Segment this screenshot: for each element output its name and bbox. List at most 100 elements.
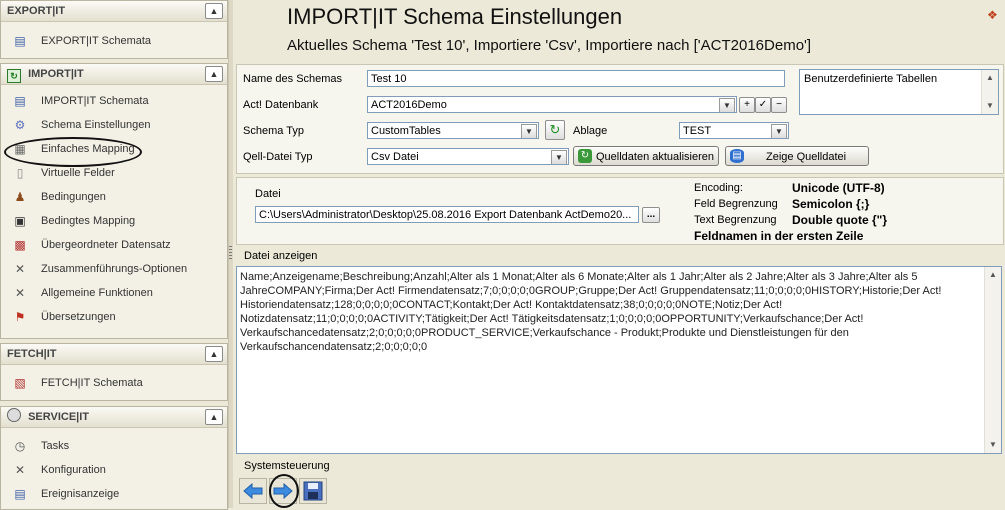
file-preview-area[interactable]: Name;Anzeigename;Beschreibung;Anzahl;Alt…: [236, 266, 1002, 454]
import-panel: ↻ IMPORT|IT ▲ ▤ IMPORT|IT Schemata ⚙ Sch…: [0, 63, 228, 339]
scroll-up-icon[interactable]: ▲: [982, 70, 998, 86]
collapse-service-button[interactable]: ▲: [205, 409, 223, 425]
database-label: Act! Datenbank: [243, 99, 319, 111]
chart-icon: ▧: [14, 376, 26, 390]
sidebar-item-fetch-schemata[interactable]: ▧ FETCH|IT Schemata: [1, 371, 227, 395]
scroll-down-icon[interactable]: ▼: [985, 437, 1001, 453]
file-path-value: C:\Users\Administrator\Desktop\25.08.201…: [259, 209, 632, 221]
export-panel-title: EXPORT|IT: [7, 5, 66, 17]
custom-tables-list[interactable]: Benutzerdefinierte Tabellen ▲ ▼: [799, 69, 999, 115]
chevron-down-icon[interactable]: ▼: [551, 150, 567, 164]
service-header-icon: [7, 408, 21, 422]
virtual-field-icon: ▯: [16, 166, 24, 180]
sidebar-item-label: Ereignisanzeige: [41, 488, 120, 500]
sidebar-item-schema-einstellungen[interactable]: ⚙ Schema Einstellungen: [1, 113, 227, 137]
confirm-database-button[interactable]: ✓: [755, 97, 771, 113]
refresh-source-button-label: Quelldaten aktualisieren: [596, 151, 715, 163]
text-delimiter-label: Text Begrenzung: [694, 214, 777, 226]
file-label: Datei: [255, 188, 281, 200]
schema-form-group: Name des Schemas Test 10 Act! Datenbank …: [236, 64, 1004, 174]
import-header-icon: ↻: [7, 69, 21, 83]
scroll-up-icon[interactable]: ▲: [985, 267, 1001, 283]
refresh-icon: ↻: [578, 149, 592, 163]
system-control-label: Systemsteuerung: [244, 460, 330, 472]
export-panel-header[interactable]: EXPORT|IT ▲: [1, 1, 227, 22]
sidebar-item-label: Übersetzungen: [41, 311, 116, 323]
source-type-select-value: Csv Datei: [371, 151, 419, 163]
chevron-down-icon[interactable]: ▼: [771, 124, 787, 138]
browse-file-button[interactable]: ...: [642, 207, 660, 223]
sidebar-item-label: Konfiguration: [41, 464, 106, 476]
remove-database-button[interactable]: −: [771, 97, 787, 113]
database-select[interactable]: ACT2016Demo ▼: [367, 96, 737, 113]
schema-type-select-value: CustomTables: [371, 125, 441, 137]
custom-tables-label: Benutzerdefinierte Tabellen: [804, 73, 938, 85]
sidebar-item-ereignisanzeige[interactable]: ▤ Ereignisanzeige: [1, 482, 227, 506]
add-database-button[interactable]: +: [739, 97, 755, 113]
ablage-label: Ablage: [573, 125, 608, 137]
sidebar-item-label: Tasks: [41, 440, 70, 452]
refresh-source-button[interactable]: ↻ Quelldaten aktualisieren: [573, 146, 719, 166]
database-select-value: ACT2016Demo: [371, 99, 447, 111]
chevron-down-icon[interactable]: ▼: [719, 98, 735, 112]
main-content: IMPORT|IT Schema Einstellungen Aktuelles…: [233, 0, 1005, 508]
file-preview-scrollbar[interactable]: ▲ ▼: [984, 267, 1001, 453]
sidebar-item-tasks[interactable]: ◷ Tasks: [1, 434, 227, 458]
splitter-grip[interactable]: [229, 246, 232, 260]
sidebar-item-bedingungen[interactable]: ♟ Bedingungen: [1, 185, 227, 209]
scroll-down-icon[interactable]: ▼: [982, 98, 998, 114]
refresh-schema-type-button[interactable]: ↻: [545, 120, 565, 140]
schema-name-field[interactable]: Test 10: [367, 70, 785, 87]
schema-name-label: Name des Schemas: [243, 73, 343, 85]
source-type-select[interactable]: Csv Datei ▼: [367, 148, 569, 165]
schema-list-icon: ▤: [14, 94, 26, 108]
sidebar-item-zusammenfuehrungs-optionen[interactable]: ✕ Zusammenführungs-Optionen: [1, 257, 227, 281]
show-source-button[interactable]: ▤ Zeige Quelldatei: [725, 146, 869, 166]
collapse-fetch-button[interactable]: ▲: [205, 346, 223, 362]
save-button[interactable]: [299, 478, 327, 504]
briefcase-icon: ▣: [14, 214, 26, 228]
sidebar-item-uebersetzungen[interactable]: ⚑ Übersetzungen: [1, 305, 227, 329]
service-panel-header[interactable]: SERVICE|IT ▲: [1, 407, 227, 428]
sidebar-item-allgemeine-funktionen[interactable]: ✕ Allgemeine Funktionen: [1, 281, 227, 305]
show-source-button-label: Zeige Quelldatei: [766, 151, 847, 163]
file-preview-label: Datei anzeigen: [244, 250, 318, 262]
text-delimiter-value: Double quote {"}: [792, 213, 888, 227]
sidebar-item-label: EXPORT|IT Schemata: [41, 35, 152, 47]
floppy-disk-icon: [303, 481, 323, 501]
sidebar-item-bedingtes-mapping[interactable]: ▣ Bedingtes Mapping: [1, 209, 227, 233]
fetch-panel: FETCH|IT ▲ ▧ FETCH|IT Schemata: [0, 343, 228, 401]
ablage-select[interactable]: TEST ▼: [679, 122, 789, 139]
sidebar: EXPORT|IT ▲ ▤ EXPORT|IT Schemata ↻ IMPOR…: [0, 0, 228, 510]
file-path-field[interactable]: C:\Users\Administrator\Desktop\25.08.201…: [255, 206, 639, 223]
import-panel-header[interactable]: ↻ IMPORT|IT ▲: [1, 64, 227, 85]
collapse-export-button[interactable]: ▲: [205, 3, 223, 19]
sidebar-item-label: Übergeordneter Datensatz: [41, 239, 171, 251]
file-preview-content: Name;Anzeigename;Beschreibung;Anzahl;Alt…: [240, 271, 942, 353]
sidebar-item-import-schemata[interactable]: ▤ IMPORT|IT Schemata: [1, 89, 227, 113]
fetch-panel-header[interactable]: FETCH|IT ▲: [1, 344, 227, 365]
sidebar-item-label: Bedingungen: [41, 191, 106, 203]
highlight-ring-next: [269, 474, 299, 508]
back-button[interactable]: [239, 478, 267, 504]
sidebar-item-konfiguration[interactable]: ✕ Konfiguration: [1, 458, 227, 482]
fetch-panel-title: FETCH|IT: [7, 348, 57, 360]
arrow-left-icon: [243, 482, 263, 500]
export-panel: EXPORT|IT ▲ ▤ EXPORT|IT Schemata: [0, 0, 228, 59]
sidebar-item-export-schemata[interactable]: ▤ EXPORT|IT Schemata: [1, 29, 227, 53]
schema-type-select[interactable]: CustomTables ▼: [367, 122, 539, 139]
sidebar-item-label: Zusammenführungs-Optionen: [41, 263, 188, 275]
help-icon[interactable]: ❖: [987, 8, 999, 22]
clock-icon: ◷: [14, 439, 26, 453]
custom-tables-scrollbar[interactable]: ▲ ▼: [981, 70, 998, 114]
chevron-down-icon[interactable]: ▼: [521, 124, 537, 138]
collapse-import-button[interactable]: ▲: [205, 66, 223, 82]
import-panel-title: IMPORT|IT: [28, 68, 84, 80]
service-panel: SERVICE|IT ▲ ◷ Tasks ✕ Konfiguration ▤ E…: [0, 406, 228, 510]
schema-list-icon: ▤: [14, 34, 26, 48]
sidebar-item-uebergeordneter-datensatz[interactable]: ▩ Übergeordneter Datensatz: [1, 233, 227, 257]
sidebar-item-label: FETCH|IT Schemata: [41, 377, 143, 389]
file-group: Datei C:\Users\Administrator\Desktop\25.…: [236, 177, 1004, 245]
highlight-ring-mapping: [4, 137, 142, 167]
books-icon: ▩: [14, 238, 26, 252]
